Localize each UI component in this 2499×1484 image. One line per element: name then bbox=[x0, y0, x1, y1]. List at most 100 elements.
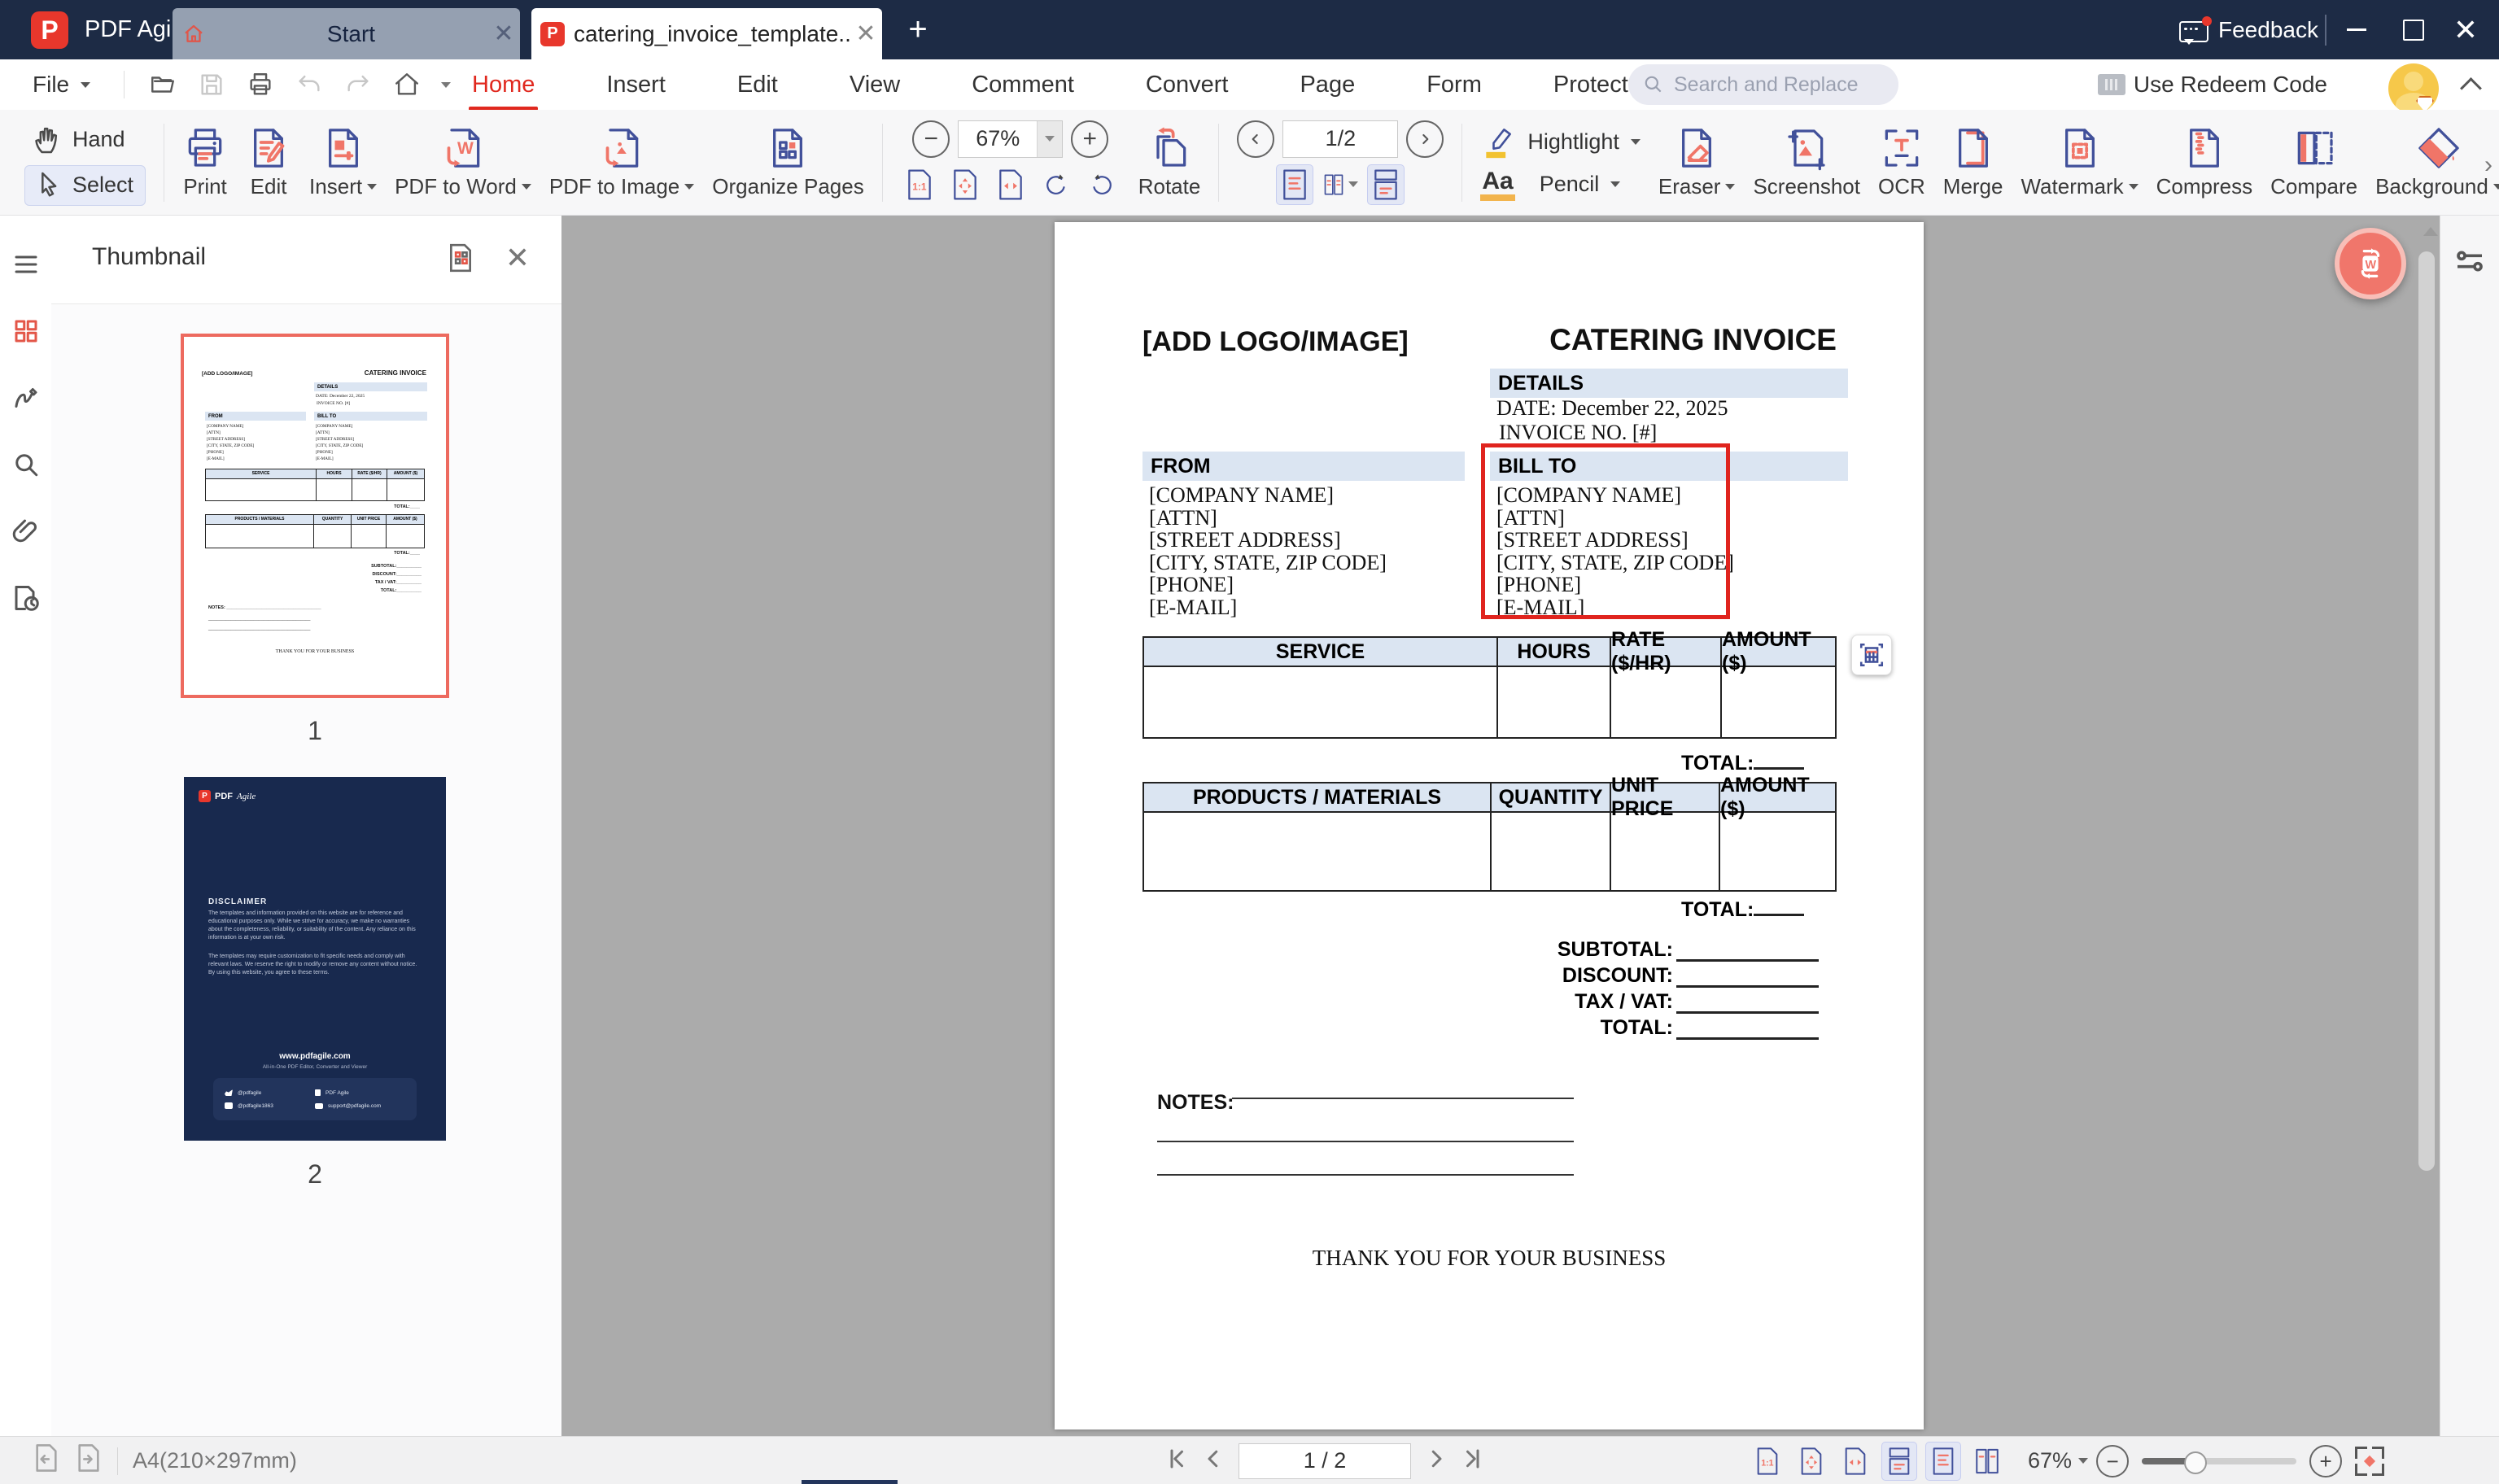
hand-tool-button[interactable]: Hand bbox=[24, 120, 146, 160]
screenshot-button[interactable]: Screenshot bbox=[1753, 125, 1860, 199]
zoom-out-icon[interactable]: − bbox=[912, 120, 950, 158]
zoom-dropdown[interactable] bbox=[1037, 120, 1063, 157]
vertical-scrollbar[interactable] bbox=[2418, 251, 2435, 1171]
edit-button[interactable]: Edit bbox=[246, 125, 291, 199]
background-button[interactable]: Background bbox=[2375, 125, 2499, 199]
minimize-button[interactable] bbox=[2334, 0, 2379, 59]
statusbar-fit-width-icon[interactable] bbox=[1837, 1442, 1873, 1481]
thumbnail-grid-icon[interactable] bbox=[441, 238, 480, 277]
pencil-button[interactable]: Pencil bbox=[1540, 172, 1600, 197]
select-tool-button[interactable]: Select bbox=[24, 164, 146, 206]
tab-document-close-icon[interactable]: ✕ bbox=[850, 20, 882, 48]
menu-comment[interactable]: Comment bbox=[970, 68, 1076, 102]
tab-start[interactable]: Start ✕ bbox=[173, 8, 520, 59]
organize-pages-button[interactable]: Organize Pages bbox=[712, 125, 864, 199]
previous-view-icon[interactable] bbox=[33, 1443, 60, 1479]
zoom-in-icon[interactable]: + bbox=[1071, 120, 1109, 158]
continuous-scroll-view-icon[interactable] bbox=[1367, 164, 1405, 205]
close-button[interactable]: ✕ bbox=[2443, 0, 2488, 59]
pdf-page-1[interactable]: [ADD LOGO/IMAGE] CATERING INVOICE DETAIL… bbox=[1055, 222, 1924, 1429]
history-panel-icon[interactable] bbox=[10, 582, 42, 614]
prev-page-icon[interactable] bbox=[1237, 120, 1275, 158]
fullscreen-icon[interactable] bbox=[2355, 1446, 2385, 1476]
home-icon[interactable] bbox=[392, 70, 422, 99]
quickbar-caret-icon[interactable] bbox=[441, 81, 451, 88]
pdf-to-image-button[interactable]: PDF to Image bbox=[549, 125, 695, 199]
zoom-level-control[interactable]: 67% bbox=[958, 120, 1064, 158]
insert-button[interactable]: Insert bbox=[309, 125, 378, 199]
zoom-level-value[interactable]: 67% bbox=[959, 121, 1037, 157]
page-1-thumbnail[interactable]: [ADD LOGO/IMAGE] CATERING INVOICE DETAIL… bbox=[181, 334, 449, 698]
compress-button[interactable]: Compress bbox=[2156, 125, 2252, 199]
search-input[interactable] bbox=[1672, 72, 1863, 98]
statusbar-zoom-value[interactable]: 67% bbox=[2028, 1448, 2072, 1473]
statusbar-continuous-view-icon[interactable] bbox=[1881, 1441, 1917, 1481]
next-view-icon[interactable] bbox=[75, 1443, 103, 1479]
watermark-button[interactable]: Watermark bbox=[2021, 125, 2139, 199]
statusbar-single-page-icon[interactable] bbox=[1925, 1441, 1961, 1481]
menu-convert[interactable]: Convert bbox=[1144, 68, 1230, 102]
search-bar[interactable] bbox=[1628, 64, 1898, 105]
bill-to-annotation-rectangle[interactable] bbox=[1481, 443, 1730, 619]
highlight-button[interactable]: Hightlight bbox=[1480, 124, 1641, 159]
menu-form[interactable]: Form bbox=[1425, 68, 1483, 102]
next-page-icon[interactable] bbox=[1406, 120, 1444, 158]
print-icon[interactable] bbox=[246, 70, 275, 99]
zoom-slider-knob[interactable] bbox=[2184, 1451, 2208, 1474]
redo-icon[interactable] bbox=[343, 70, 373, 99]
two-page-view-icon[interactable] bbox=[1322, 164, 1359, 205]
file-menu[interactable]: File bbox=[33, 59, 91, 110]
actual-size-icon[interactable]: 1:1 bbox=[901, 164, 938, 205]
open-file-icon[interactable] bbox=[148, 70, 177, 99]
rotate-pages-button[interactable]: Rotate bbox=[1138, 125, 1200, 199]
redeem-code-button[interactable]: Use Redeem Code bbox=[2097, 59, 2327, 110]
first-page-icon[interactable] bbox=[1164, 1447, 1188, 1475]
maximize-button[interactable] bbox=[2391, 0, 2436, 59]
statusbar-zoom-in-icon[interactable]: + bbox=[2309, 1444, 2343, 1477]
thumbnail-panel-close-icon[interactable]: ✕ bbox=[498, 238, 537, 277]
page-2-thumbnail[interactable]: P PDF Agile DISCLAIMER The templates and… bbox=[184, 777, 446, 1141]
menu-view[interactable]: View bbox=[848, 68, 902, 102]
statusbar-fit-page-icon[interactable] bbox=[1793, 1442, 1829, 1481]
tab-document[interactable]: P catering_invoice_template.... ✕ bbox=[531, 8, 882, 59]
font-style-icon[interactable]: Aa bbox=[1480, 168, 1515, 201]
single-page-view-icon[interactable] bbox=[1276, 164, 1314, 205]
menu-insert[interactable]: Insert bbox=[605, 68, 667, 102]
last-page-icon[interactable] bbox=[1461, 1447, 1486, 1475]
tab-start-close-icon[interactable]: ✕ bbox=[487, 20, 520, 48]
new-tab-button[interactable]: + bbox=[902, 13, 934, 47]
avatar[interactable] bbox=[2388, 63, 2439, 114]
menu-protect[interactable]: Protect bbox=[1552, 68, 1630, 102]
compare-button[interactable]: Compare bbox=[2270, 125, 2357, 199]
rotate-left-icon[interactable] bbox=[1038, 164, 1075, 205]
print-button[interactable]: Print bbox=[182, 125, 228, 199]
feedback-button[interactable]: Feedback bbox=[2179, 0, 2318, 59]
menu-home[interactable]: Home bbox=[468, 68, 539, 111]
statusbar-actual-size-icon[interactable]: 1:1 bbox=[1750, 1442, 1785, 1481]
annotation-list-icon[interactable] bbox=[10, 382, 42, 414]
fit-width-icon[interactable] bbox=[992, 164, 1029, 205]
quick-convert-to-word-button[interactable]: W bbox=[2335, 228, 2406, 299]
merge-button[interactable]: Merge bbox=[1943, 125, 2003, 199]
zoom-slider[interactable] bbox=[2142, 1451, 2297, 1474]
attachment-panel-icon[interactable] bbox=[10, 515, 42, 548]
save-icon[interactable] bbox=[197, 70, 226, 99]
statusbar-page-indicator[interactable]: 1 / 2 bbox=[1239, 1443, 1411, 1479]
pdf-to-word-button[interactable]: W PDF to Word bbox=[395, 125, 531, 199]
scrollbar-up-arrow[interactable] bbox=[2423, 227, 2438, 236]
page-2-number[interactable]: 2 bbox=[181, 1159, 449, 1189]
previous-page-icon[interactable] bbox=[1201, 1447, 1225, 1475]
page-number-control[interactable]: 1/2 bbox=[1282, 120, 1399, 158]
field-recognition-button[interactable] bbox=[1851, 635, 1892, 675]
view-settings-icon[interactable] bbox=[2453, 245, 2486, 277]
search-panel-icon[interactable] bbox=[10, 448, 42, 481]
menu-page[interactable]: Page bbox=[1298, 68, 1357, 102]
ocr-button[interactable]: OCR bbox=[1878, 125, 1925, 199]
panel-menu-icon[interactable] bbox=[10, 248, 42, 281]
fit-page-icon[interactable] bbox=[946, 164, 984, 205]
rotate-right-icon[interactable] bbox=[1083, 164, 1121, 205]
next-page-icon-status[interactable] bbox=[1424, 1447, 1448, 1475]
statusbar-zoom-caret-icon[interactable] bbox=[2078, 1458, 2089, 1464]
undo-icon[interactable] bbox=[295, 70, 324, 99]
collapse-toolbar-button[interactable] bbox=[2457, 71, 2484, 99]
